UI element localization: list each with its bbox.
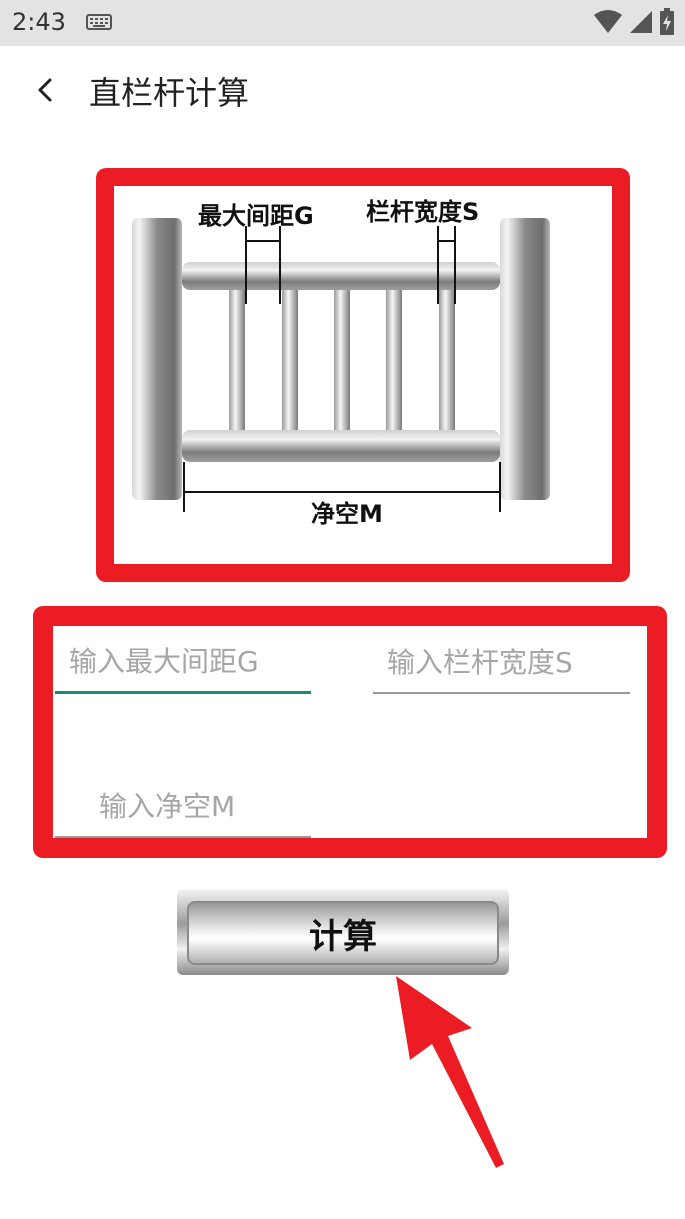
- gap-field[interactable]: [55, 632, 311, 694]
- railing-diagram: 最大间距G 栏杆宽度S 净空M: [96, 168, 630, 582]
- clear-input[interactable]: [55, 776, 311, 836]
- left-post: [132, 218, 182, 500]
- keyboard-icon: [86, 14, 112, 30]
- calculate-button-face[interactable]: 计算: [187, 901, 499, 965]
- clear-label: 净空M: [311, 500, 383, 528]
- toolbar: 直栏杆计算: [0, 46, 685, 136]
- page-title: 直栏杆计算: [89, 74, 250, 112]
- signal-icon: [629, 11, 652, 33]
- red-arrow-annotation: [396, 976, 504, 1168]
- baluster: [439, 286, 455, 436]
- calculate-button-label: 计算: [309, 916, 377, 957]
- wifi-icon: [593, 10, 622, 33]
- width-field[interactable]: [373, 632, 630, 694]
- calculate-button[interactable]: 计算: [177, 889, 509, 975]
- gap-input[interactable]: [55, 632, 311, 691]
- baluster: [386, 286, 402, 436]
- width-input[interactable]: [373, 632, 630, 692]
- baluster: [334, 286, 350, 436]
- width-label: 栏杆宽度S: [366, 198, 479, 226]
- gap-label: 最大间距G: [198, 202, 314, 230]
- battery-icon: [660, 8, 674, 35]
- status-bar: 2:43: [0, 0, 685, 46]
- back-arrow-icon[interactable]: [26, 70, 66, 110]
- status-time: 2:43: [12, 8, 66, 36]
- clear-field[interactable]: [55, 776, 311, 838]
- top-rail: [182, 262, 500, 290]
- baluster: [282, 286, 298, 436]
- right-post: [500, 218, 550, 500]
- bottom-rail: [182, 430, 500, 462]
- baluster: [229, 286, 245, 436]
- input-panel: [33, 606, 667, 858]
- railing-illustration: 最大间距G 栏杆宽度S 净空M: [132, 198, 550, 528]
- status-icons: [593, 8, 675, 36]
